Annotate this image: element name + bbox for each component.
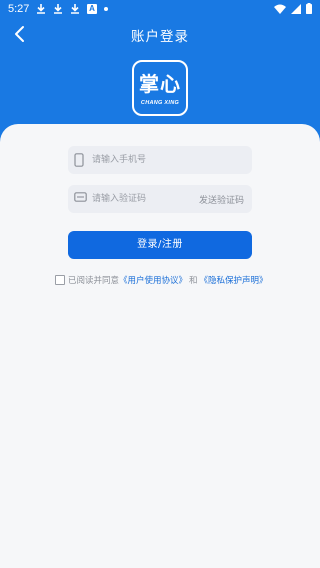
- download-icon: [37, 4, 45, 14]
- user-agreement-link[interactable]: 《用户使用协议》: [119, 274, 187, 286]
- status-time: 5:27: [8, 3, 30, 15]
- send-code-button[interactable]: 发送验证码: [199, 193, 244, 206]
- privacy-policy-link[interactable]: 《隐私保护声明》: [200, 274, 268, 286]
- code-field: 发送验证码: [68, 185, 252, 213]
- code-input[interactable]: [92, 185, 188, 213]
- battery-icon: [306, 3, 312, 14]
- download-icon: [71, 4, 79, 14]
- system-icons: [274, 3, 312, 14]
- download-icon: [54, 4, 62, 14]
- wifi-icon: [274, 4, 286, 14]
- phone-icon: [74, 153, 84, 167]
- logo-sub-text: CHANG XING: [140, 100, 180, 106]
- notification-icons: A: [36, 3, 108, 14]
- phone-field: [68, 146, 252, 174]
- agreement-conjunction: 和: [189, 276, 198, 286]
- page-title: 账户登录: [131, 29, 189, 45]
- message-icon: [74, 192, 87, 202]
- more-notifications-icon: [104, 6, 108, 11]
- phone-input[interactable]: [92, 146, 242, 174]
- signal-icon: [291, 3, 301, 14]
- logo-main-text: 掌心: [139, 72, 181, 96]
- agreement-prefix: 已阅读并同意: [68, 276, 120, 286]
- app-notification-icon: A: [87, 3, 97, 14]
- login-register-button[interactable]: 登录/注册: [68, 231, 252, 259]
- app-logo: 掌心 CHANG XING: [132, 60, 188, 116]
- agreement-row: 已阅读并同意 《用户使用协议》 和 《隐私保护声明》: [55, 273, 268, 287]
- title-bar: 账户登录: [0, 20, 320, 48]
- status-bar: 5:27 A: [0, 0, 320, 18]
- agreement-checkbox[interactable]: [55, 275, 65, 285]
